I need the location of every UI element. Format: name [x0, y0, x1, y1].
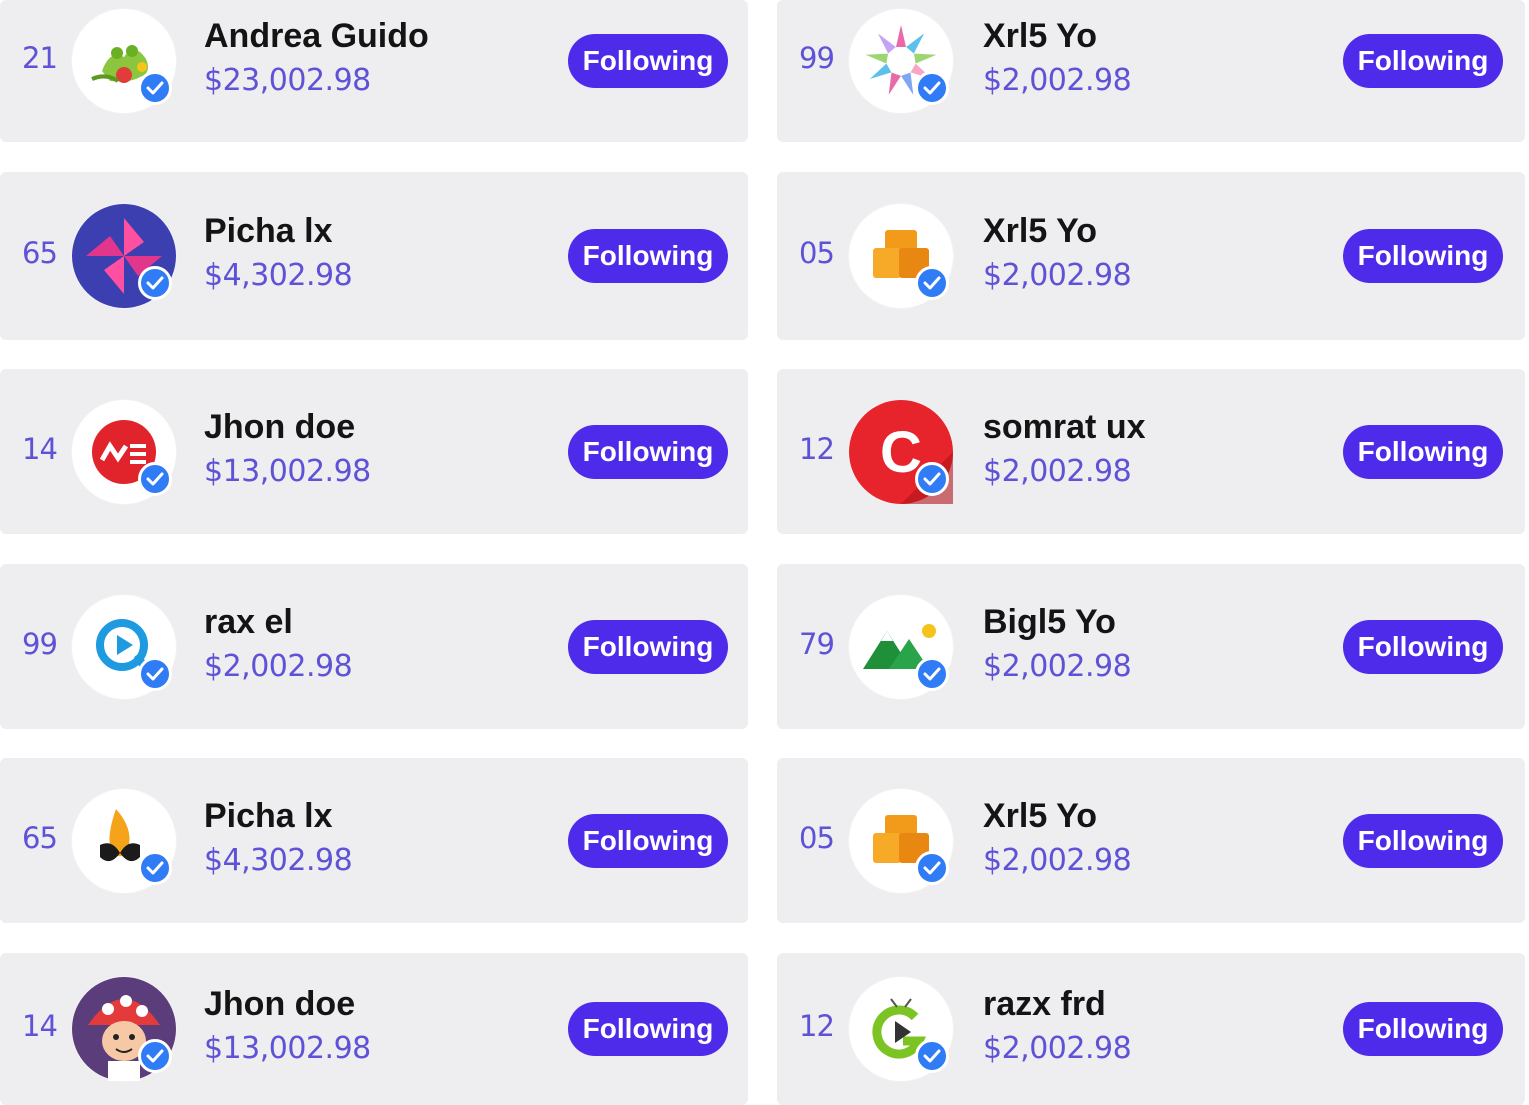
- user-name[interactable]: Jhon doe: [204, 408, 355, 447]
- follower-card: 05 Xrl5 Yo $2,002.98 Following: [777, 172, 1525, 340]
- user-amount: $4,302.98: [204, 258, 353, 293]
- mountains-icon[interactable]: [849, 595, 953, 699]
- user-amount: $23,002.98: [204, 63, 371, 98]
- follower-card: 12 razx frd $2,002.98 Following: [777, 953, 1525, 1105]
- rank-number: 65: [22, 821, 58, 855]
- follower-card: 05 Xrl5 Yo $2,002.98 Following: [777, 758, 1525, 923]
- user-name[interactable]: somrat ux: [983, 408, 1146, 447]
- rank-number: 99: [22, 627, 58, 661]
- verified-check-icon: [138, 657, 172, 691]
- following-button[interactable]: Following: [1343, 229, 1503, 283]
- g-play-icon[interactable]: [849, 977, 953, 1081]
- user-amount: $2,002.98: [983, 454, 1132, 489]
- following-button[interactable]: Following: [568, 425, 728, 479]
- verified-check-icon: [138, 71, 172, 105]
- rank-number: 05: [799, 236, 835, 270]
- rank-number: 14: [22, 1009, 58, 1043]
- following-button[interactable]: Following: [1343, 620, 1503, 674]
- follower-card: 99 rax el $2,002.98 Following: [0, 564, 748, 729]
- frog-plant-icon[interactable]: [72, 9, 176, 113]
- user-name[interactable]: Andrea Guido: [204, 17, 429, 56]
- user-name[interactable]: Picha lx: [204, 212, 333, 251]
- play-bubble-icon[interactable]: [72, 595, 176, 699]
- following-button[interactable]: Following: [1343, 1002, 1503, 1056]
- follower-card: 65 Picha lx $4,302.98 Following: [0, 172, 748, 340]
- user-name[interactable]: Jhon doe: [204, 985, 355, 1024]
- following-button[interactable]: Following: [568, 34, 728, 88]
- user-name[interactable]: razx frd: [983, 985, 1106, 1024]
- c-logo-icon[interactable]: C: [849, 400, 953, 504]
- user-amount: $2,002.98: [983, 1031, 1132, 1066]
- verified-check-icon: [915, 851, 949, 885]
- rank-number: 65: [22, 236, 58, 270]
- verified-check-icon: [915, 266, 949, 300]
- user-name[interactable]: Picha lx: [204, 797, 333, 836]
- starburst-icon[interactable]: [849, 9, 953, 113]
- follower-card: 99 Xrl5 Yo $2,002.98 Following: [777, 0, 1525, 142]
- user-name[interactable]: rax el: [204, 603, 293, 642]
- user-name[interactable]: Xrl5 Yo: [983, 212, 1097, 251]
- user-amount: $2,002.98: [983, 63, 1132, 98]
- user-name[interactable]: Xrl5 Yo: [983, 797, 1097, 836]
- following-button[interactable]: Following: [568, 814, 728, 868]
- verified-check-icon: [138, 462, 172, 496]
- user-amount: $4,302.98: [204, 843, 353, 878]
- verified-check-icon: [138, 1039, 172, 1073]
- rank-number: 21: [22, 41, 58, 75]
- following-button[interactable]: Following: [568, 620, 728, 674]
- user-amount: $2,002.98: [983, 843, 1132, 878]
- follower-card: 12 C somrat ux $2,002.98 Following: [777, 369, 1525, 534]
- following-button[interactable]: Following: [1343, 34, 1503, 88]
- follower-card: 14 Jhon doe $13,002.98 Following: [0, 953, 748, 1105]
- verified-check-icon: [138, 851, 172, 885]
- rank-number: 79: [799, 627, 835, 661]
- following-button[interactable]: Following: [1343, 814, 1503, 868]
- user-amount: $2,002.98: [983, 258, 1132, 293]
- verified-check-icon: [138, 266, 172, 300]
- flame-butterfly-icon[interactable]: [72, 789, 176, 893]
- pinwheel-icon[interactable]: [72, 204, 176, 308]
- rank-number: 12: [799, 432, 835, 466]
- verified-check-icon: [915, 657, 949, 691]
- boxes-icon[interactable]: [849, 204, 953, 308]
- rank-number: 05: [799, 821, 835, 855]
- follower-card: 79 Bigl5 Yo $2,002.98 Following: [777, 564, 1525, 729]
- user-amount: $13,002.98: [204, 1031, 371, 1066]
- follower-card: 21 Andrea Guido $23,002.98 Following: [0, 0, 748, 142]
- rank-number: 99: [799, 41, 835, 75]
- rank-number: 14: [22, 432, 58, 466]
- user-name[interactable]: Xrl5 Yo: [983, 17, 1097, 56]
- following-button[interactable]: Following: [568, 229, 728, 283]
- follower-card: 65 Picha lx $4,302.98 Following: [0, 758, 748, 923]
- me-logo-icon[interactable]: [72, 400, 176, 504]
- verified-check-icon: [915, 1039, 949, 1073]
- following-button[interactable]: Following: [568, 1002, 728, 1056]
- user-amount: $2,002.98: [204, 649, 353, 684]
- following-button[interactable]: Following: [1343, 425, 1503, 479]
- user-amount: $2,002.98: [983, 649, 1132, 684]
- boxes-icon[interactable]: [849, 789, 953, 893]
- verified-check-icon: [915, 71, 949, 105]
- user-name[interactable]: Bigl5 Yo: [983, 603, 1116, 642]
- rank-number: 12: [799, 1009, 835, 1043]
- user-amount: $13,002.98: [204, 454, 371, 489]
- follower-card: 14 Jhon doe $13,002.98 Following: [0, 369, 748, 534]
- mushroom-avatar-icon[interactable]: [72, 977, 176, 1081]
- verified-check-icon: [915, 462, 949, 496]
